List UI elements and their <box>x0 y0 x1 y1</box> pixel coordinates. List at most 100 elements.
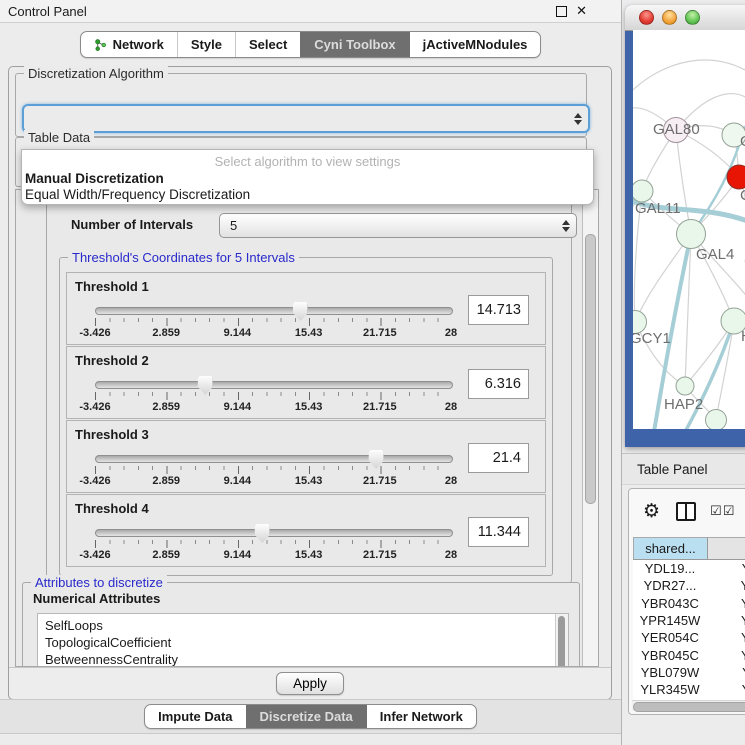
list-scrollbar[interactable] <box>555 614 568 667</box>
apply-bar: Apply <box>9 667 611 699</box>
node-bottom[interactable] <box>705 409 727 429</box>
thresholds-group: Threshold's Coordinates for 5 Intervals … <box>59 257 553 576</box>
table-row[interactable]: YBL079WYBL0 <box>633 664 745 681</box>
columns-icon[interactable] <box>676 502 696 521</box>
node-gal4[interactable] <box>676 219 706 249</box>
tab-label: Infer Network <box>380 709 463 724</box>
group-title: Discretization Algorithm <box>24 66 168 81</box>
table-row[interactable]: YER054CYER0 <box>633 629 745 646</box>
settings-scrollarea: Interval Definition Number of Intervals … <box>15 189 599 667</box>
tab-impute-data[interactable]: Impute Data <box>145 705 245 728</box>
algorithm-dropdown-popup: Select algorithm to view settings Manual… <box>21 149 594 205</box>
close-traffic-light-icon[interactable] <box>639 10 654 25</box>
numerical-attributes-list[interactable]: SelfLoops TopologicalCoefficient Between… <box>37 613 569 667</box>
threshold-2-slider[interactable]: -3.426 2.859 9.144 15.43 21.715 28 <box>95 381 451 415</box>
table-row[interactable]: YDL19...YDL1 <box>633 560 745 577</box>
tab-network[interactable]: Network <box>81 32 177 57</box>
list-item[interactable]: BetweennessCentrality <box>38 651 568 667</box>
scrollbar-thumb[interactable] <box>558 616 565 667</box>
slider-track[interactable] <box>95 529 453 537</box>
table-header-row: shared... na <box>633 537 745 560</box>
tab-discretize-data[interactable]: Discretize Data <box>246 705 366 728</box>
apply-button[interactable]: Apply <box>276 672 344 695</box>
gear-icon[interactable]: ⚙ <box>643 502 660 521</box>
combo-arrows-icon <box>574 113 582 125</box>
threshold-title: Threshold 3 <box>75 427 149 442</box>
network-window-titlebar[interactable] <box>625 5 745 31</box>
node-table: shared... na YDL19...YDL1 YDR27...YDR2 Y… <box>633 537 745 700</box>
settings-scrollbar[interactable] <box>582 190 598 666</box>
threshold-1-slider[interactable]: -3.426 2.859 9.144 15.43 21.715 28 <box>95 307 451 341</box>
list-item[interactable]: SelfLoops <box>38 617 568 634</box>
list-item[interactable]: TopologicalCoefficient <box>38 634 568 651</box>
combo-value: 5 <box>230 218 556 233</box>
minimize-traffic-light-icon[interactable] <box>662 10 677 25</box>
slider-track[interactable] <box>95 307 453 315</box>
num-intervals-combo[interactable]: 5 <box>219 213 577 238</box>
node-label-c: C <box>740 187 745 204</box>
threshold-panel-4: Threshold 4 -3.426 2.859 9.144 15.43 <box>66 494 546 567</box>
threshold-3-value[interactable]: 21.4 <box>468 443 529 473</box>
column-header-name[interactable]: na <box>708 538 745 559</box>
slider-track[interactable] <box>95 381 453 389</box>
table-row[interactable]: YBR045CYBR0 <box>633 646 745 663</box>
node-label-g: G. <box>740 133 745 150</box>
threshold-1-value[interactable]: 14.713 <box>468 295 529 325</box>
slider-track[interactable] <box>95 455 453 463</box>
table-horizontal-scrollbar[interactable] <box>632 700 745 711</box>
threshold-4-value[interactable]: 11.344 <box>468 517 529 547</box>
attributes-group: Attributes to discretize Numerical Attri… <box>22 582 580 667</box>
threshold-4-slider[interactable]: -3.426 2.859 9.144 15.43 21.715 28 <box>95 529 451 563</box>
table-rows: YDL19...YDL1 YDR27...YDR2 YBR043CYBR0 YP… <box>633 560 745 700</box>
slider-tick-labels: -3.426 2.859 9.144 15.43 21.715 28 <box>95 327 451 339</box>
tab-label: Select <box>249 37 287 52</box>
column-header-shared[interactable]: shared... <box>634 538 708 559</box>
node-label-h: H <box>741 328 745 345</box>
dropdown-placeholder: Select algorithm to view settings <box>22 154 593 169</box>
interval-definition-group: Interval Definition Number of Intervals … <box>46 200 572 583</box>
tab-jactivemnodules[interactable]: jActiveMNodules <box>409 32 541 57</box>
dropdown-option-manual[interactable]: Manual Discretization <box>24 171 164 186</box>
combo-arrows-icon <box>562 220 570 232</box>
threshold-title: Threshold 2 <box>75 353 149 368</box>
scrollbar-thumb[interactable] <box>585 234 596 504</box>
threshold-3-slider[interactable]: -3.426 2.859 9.144 15.43 21.715 28 <box>95 455 451 489</box>
table-row[interactable]: YBR043CYBR0 <box>633 595 745 612</box>
select-columns-icon[interactable]: ☑☑ <box>710 503 735 519</box>
slider-ticks <box>95 392 451 400</box>
numerical-attributes-label: Numerical Attributes <box>33 591 160 606</box>
tab-select[interactable]: Select <box>235 32 300 57</box>
table-row[interactable]: YDR27...YDR2 <box>633 577 745 594</box>
table-panel-header: Table Panel <box>622 453 745 485</box>
bottom-tabbar: Impute Data Discretize Data Infer Networ… <box>0 699 621 734</box>
tab-label: Impute Data <box>158 709 232 724</box>
close-icon[interactable]: ✕ <box>576 6 587 16</box>
table-panel-toolbar: ⚙ ☑☑ <box>629 489 745 533</box>
discretization-algorithm-group: Discretization Algorithm <box>15 73 587 137</box>
threshold-2-value[interactable]: 6.316 <box>468 369 529 399</box>
tab-style[interactable]: Style <box>177 32 235 57</box>
node-label-hap2: HAP2 <box>664 396 703 413</box>
tab-cyni-toolbox[interactable]: Cyni Toolbox <box>300 32 408 57</box>
dropdown-option-equal-width[interactable]: Equal Width/Frequency Discretization <box>24 187 250 202</box>
node-hap2[interactable] <box>676 377 695 396</box>
node-red-selected[interactable] <box>727 165 745 190</box>
control-panel: Control Panel ✕ Network Styl <box>0 0 622 745</box>
node-label-gcy1: GCY1 <box>633 330 671 347</box>
table-row[interactable]: YLR345WYLR3 <box>633 681 745 698</box>
network-view-window: GAL80 G. C GAL11 GAL4 GCY1 H HAP2 <box>625 5 745 447</box>
float-window-icon[interactable] <box>556 6 567 17</box>
slider-ticks <box>95 466 451 474</box>
tab-infer-network[interactable]: Infer Network <box>366 705 476 728</box>
zoom-traffic-light-icon[interactable] <box>685 10 700 25</box>
network-canvas[interactable]: GAL80 G. C GAL11 GAL4 GCY1 H HAP2 <box>633 30 745 429</box>
table-row[interactable]: YPR145WYPR1 <box>633 612 745 629</box>
scrollbar-thumb[interactable] <box>633 702 745 712</box>
threshold-panel-1: Threshold 1 -3.426 2.859 9.144 15.43 <box>66 272 546 345</box>
algorithm-combo[interactable] <box>22 104 590 133</box>
group-title: Threshold's Coordinates for 5 Intervals <box>68 250 299 265</box>
control-panel-titlebar: Control Panel ✕ <box>0 0 621 23</box>
threshold-title: Threshold 4 <box>75 501 149 516</box>
table-panel-title: Table Panel <box>622 462 708 477</box>
threshold-panel-3: Threshold 3 -3.426 2.859 9.144 15.43 <box>66 420 546 493</box>
